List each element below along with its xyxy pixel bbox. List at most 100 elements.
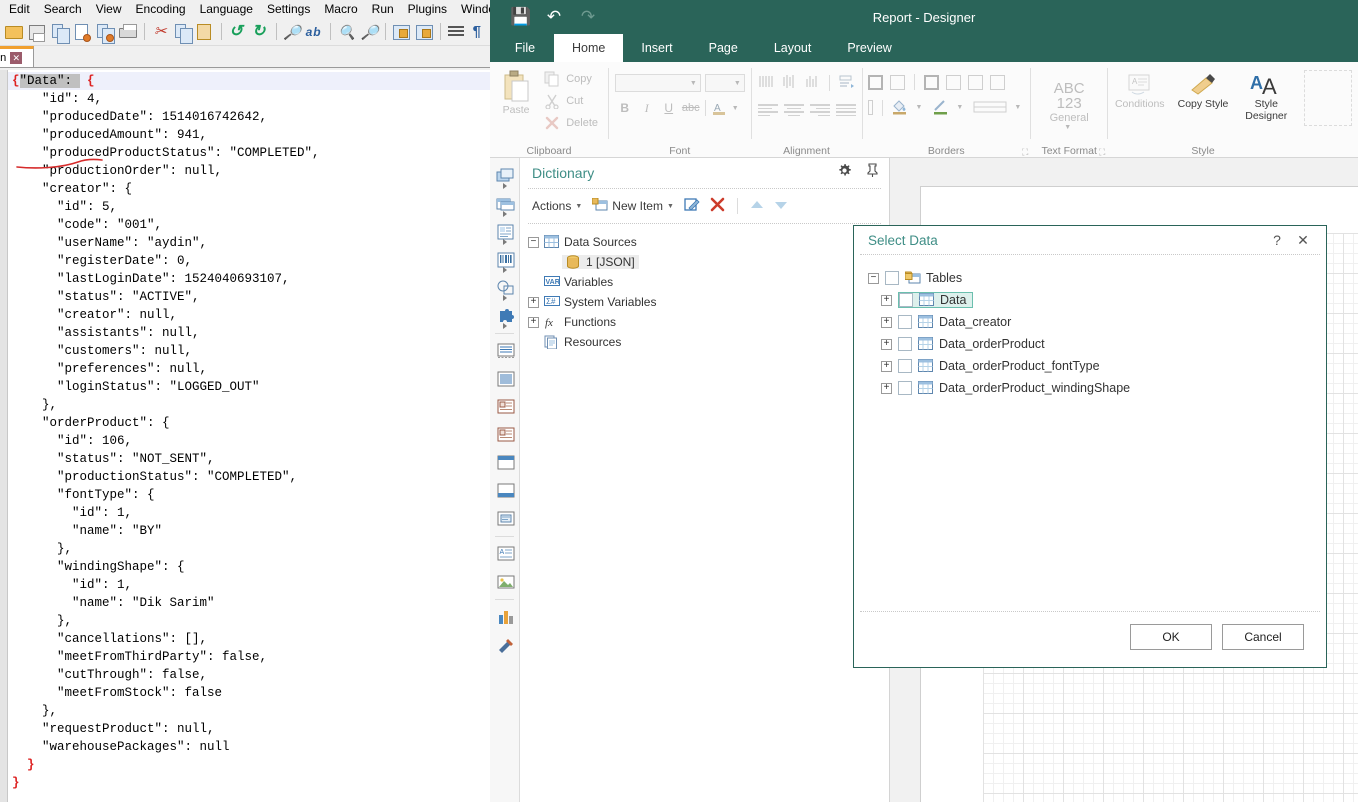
menu-item-run[interactable]: Run (365, 0, 401, 18)
font-name-select[interactable]: ▼ (614, 74, 701, 92)
border-all-icon[interactable] (868, 74, 884, 90)
align-bottom-icon[interactable] (804, 74, 821, 91)
align-right-icon[interactable] (809, 101, 830, 119)
tab-home[interactable]: Home (554, 34, 624, 62)
menu-item-edit[interactable]: Edit (2, 0, 37, 18)
dialog-tree-item-content[interactable]: Data (898, 292, 974, 308)
dictionary-tree[interactable]: − Data Sources 1 [JSON] VAR Variables + Σ# Syst… (520, 224, 889, 352)
text-format-dialog-launcher-icon[interactable]: ⛶ (1099, 147, 1105, 158)
border-bottom-icon[interactable] (990, 74, 1006, 90)
copy-icon[interactable] (172, 21, 193, 44)
collapse-icon[interactable]: − (868, 272, 879, 284)
menu-item-language[interactable]: Language (193, 0, 260, 18)
text-component-icon[interactable] (490, 162, 520, 190)
tools-icon[interactable] (490, 631, 520, 659)
rich-text-icon[interactable] (490, 218, 520, 246)
underline-button[interactable]: U (659, 98, 679, 118)
menu-item-macro[interactable]: Macro (317, 0, 364, 18)
show-all-characters-icon[interactable]: ¶ (467, 21, 488, 43)
replace-icon[interactable]: a b (304, 21, 325, 43)
zoom-out-icon[interactable]: 🔎 (358, 21, 379, 43)
ok-button[interactable]: OK (1130, 624, 1212, 650)
tab-layout[interactable]: Layout (756, 34, 830, 62)
align-middle-icon[interactable] (781, 74, 798, 91)
close-icon[interactable]: ✕ (1290, 232, 1316, 249)
barcode-icon[interactable] (490, 246, 520, 274)
group-header-icon[interactable] (490, 505, 520, 533)
expand-icon[interactable]: + (881, 338, 892, 350)
dialog-tree-item-content[interactable]: Data_orderProduct (898, 337, 1045, 351)
cut-button[interactable]: Cut (540, 90, 602, 112)
save-icon[interactable] (26, 21, 47, 43)
move-down-icon[interactable] (774, 199, 788, 214)
sync-vertical-scroll-icon[interactable] (390, 21, 411, 43)
tab-file[interactable]: File (496, 34, 554, 62)
align-center-icon[interactable] (783, 101, 804, 119)
conditions-button[interactable]: A Conditions (1114, 68, 1165, 110)
expand-icon[interactable]: + (528, 316, 539, 328)
find-icon[interactable]: 🔎 (281, 21, 302, 43)
plugin-icon[interactable] (490, 302, 520, 330)
collapse-icon[interactable]: − (528, 236, 539, 248)
close-document-icon[interactable] (71, 21, 92, 43)
expand-icon[interactable]: + (528, 296, 539, 308)
code-editor[interactable]: {"Data": { "id": 4, "producedDate": 1514… (0, 70, 490, 802)
tab-page[interactable]: Page (691, 34, 756, 62)
checkbox[interactable] (898, 381, 912, 395)
border-top-icon[interactable] (946, 74, 962, 90)
open-folder-icon[interactable] (3, 21, 24, 43)
code-content[interactable]: {"Data": { "id": 4, "producedDate": 1514… (8, 70, 490, 802)
menu-item-window[interactable]: Window (454, 0, 490, 18)
dictionary-tree-item-content[interactable]: 1 [JSON] (562, 255, 639, 269)
save-all-icon[interactable] (49, 21, 70, 44)
dialog-tree-item[interactable]: − Tables (868, 267, 1326, 289)
close-all-documents-icon[interactable] (94, 21, 116, 44)
chart-icon[interactable] (490, 603, 520, 631)
word-wrap-icon[interactable] (445, 21, 466, 43)
dialog-tree-item-content[interactable]: Data_orderProduct_windingShape (898, 381, 1130, 395)
tab-preview[interactable]: Preview (829, 34, 909, 62)
strikethrough-button[interactable]: abc (681, 98, 701, 118)
expand-icon[interactable]: + (881, 316, 892, 328)
dictionary-tree-item[interactable]: 1 [JSON] (528, 252, 889, 272)
dialog-tree-item-content[interactable]: Data_orderProduct_fontType (898, 359, 1100, 373)
zoom-in-icon[interactable]: 🔍 (335, 21, 356, 43)
paste-icon[interactable] (194, 21, 215, 43)
chevron-down-icon[interactable]: ▼ (956, 104, 966, 111)
copy-style-button[interactable]: Copy Style (1176, 68, 1231, 110)
fill-color-icon[interactable] (891, 99, 908, 116)
align-left-icon[interactable] (757, 101, 778, 119)
font-color-button[interactable]: A (710, 98, 730, 118)
header-band-icon[interactable] (490, 393, 520, 421)
dictionary-tree-item[interactable]: VAR Variables (528, 272, 889, 292)
dialog-tree-item[interactable]: + Data_creator (868, 311, 1326, 333)
chevron-down-icon[interactable]: ▼ (1064, 124, 1074, 131)
border-left-icon[interactable] (924, 74, 940, 90)
footer-band-icon[interactable] (490, 421, 520, 449)
print-icon[interactable] (117, 21, 138, 43)
styles-gallery-placeholder[interactable] (1304, 70, 1353, 126)
dictionary-tree-item-content[interactable]: fx Functions (544, 315, 616, 329)
save-icon[interactable]: 💾 (510, 7, 531, 27)
cut-icon[interactable]: ✂ (149, 21, 170, 43)
checkbox[interactable] (898, 315, 912, 329)
menu-item-plugins[interactable]: Plugins (401, 0, 454, 18)
dictionary-tree-item-content[interactable]: Σ# System Variables (544, 295, 656, 309)
menu-item-search[interactable]: Search (37, 0, 89, 18)
page-header-icon[interactable] (490, 449, 520, 477)
dialog-tree-item[interactable]: + Data_orderProduct_fontType (868, 355, 1326, 377)
dictionary-tree-item[interactable]: − Data Sources (528, 232, 889, 252)
undo-icon[interactable]: ↶ (544, 7, 564, 27)
select-data-dialog[interactable]: Select Data ? ✕ − Tables + Data + Data_creato… (853, 225, 1327, 668)
checkbox[interactable] (898, 337, 912, 351)
redo-icon[interactable]: ↻ (249, 21, 270, 43)
dictionary-tree-item-content[interactable]: Data Sources (544, 235, 637, 249)
italic-button[interactable]: I (637, 98, 657, 118)
paste-button[interactable]: Paste (496, 66, 536, 116)
table-component-icon[interactable] (490, 190, 520, 218)
expand-icon[interactable]: + (881, 294, 892, 306)
style-designer-button[interactable]: A A Style Designer (1241, 68, 1292, 122)
dictionary-tree-item[interactable]: + Σ# System Variables (528, 292, 889, 312)
font-size-select[interactable]: ▼ (704, 74, 745, 92)
copy-button[interactable]: Copy (540, 68, 602, 90)
